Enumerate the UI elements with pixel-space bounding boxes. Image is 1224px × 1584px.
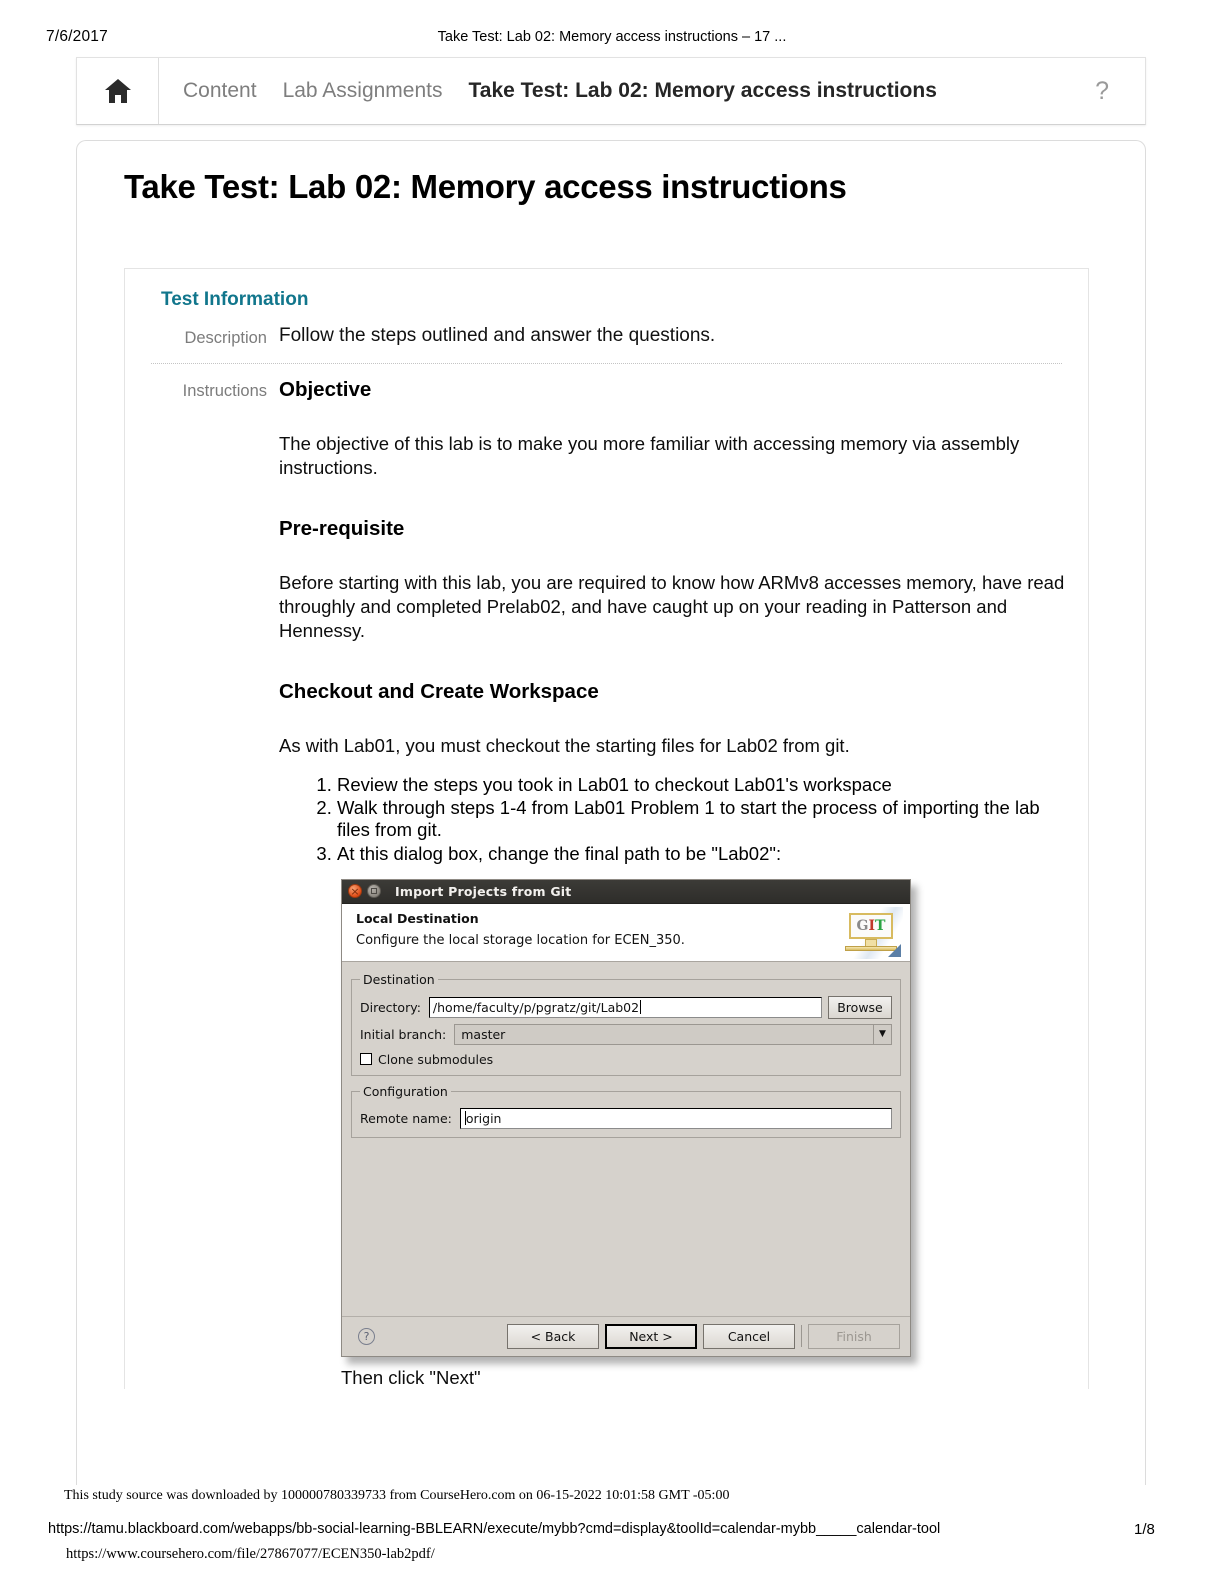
destination-group: Destination Directory: /home/faculty/p/p… <box>351 971 901 1076</box>
cancel-button[interactable]: Cancel <box>703 1323 795 1349</box>
text-caret <box>640 1000 642 1015</box>
configuration-group-label: Configuration <box>363 1083 448 1099</box>
clone-submodules-checkbox[interactable]: Clone submodules <box>360 1052 892 1067</box>
close-icon[interactable]: × <box>348 884 362 899</box>
directory-input[interactable]: /home/faculty/p/pgratz/git/Lab02 <box>428 996 822 1018</box>
maximize-icon[interactable] <box>367 884 381 899</box>
checkout-heading: Checkout and Create Workspace <box>279 680 599 704</box>
dialog-button-row: < Back Next > Cancel Finish <box>501 1323 910 1349</box>
git-logo-g: G <box>856 917 869 934</box>
finish-button: Finish <box>808 1323 900 1349</box>
footer-page-number: 1/8 <box>1134 1521 1155 1538</box>
objective-heading: Objective <box>279 378 372 401</box>
button-separator <box>801 1325 802 1348</box>
dialog-footer: ? < Back Next > Cancel Finish <box>342 1315 910 1356</box>
help-icon[interactable]: ? <box>1095 77 1145 106</box>
home-button[interactable] <box>77 58 159 124</box>
breadcrumb-item-content[interactable]: Content <box>183 79 257 103</box>
coursehero-note: This study source was downloaded by 1000… <box>64 1488 730 1503</box>
chevron-down-icon[interactable]: ▼ <box>873 1024 891 1044</box>
instructions-label: Instructions <box>182 382 267 400</box>
git-logo-icon: GIT <box>841 906 903 959</box>
import-projects-from-git-dialog: × Import Projects from Git Local Destina… <box>341 878 911 1357</box>
list-item: Review the steps you took in Lab01 to ch… <box>337 774 1068 796</box>
test-information-heading: Test Information <box>161 289 309 310</box>
instructions-body: Objective The objective of this lab is t… <box>267 378 1068 1389</box>
breadcrumb-current: Take Test: Lab 02: Memory access instruc… <box>468 79 937 102</box>
breadcrumb: Content Lab Assignments Take Test: Lab 0… <box>76 57 1146 125</box>
test-information-card: Test Information Description Follow the … <box>124 268 1089 1389</box>
checkbox-box <box>360 1053 372 1066</box>
initial-branch-label: Initial branch: <box>360 1026 447 1042</box>
help-icon[interactable]: ? <box>358 1327 375 1345</box>
initial-branch-row: Initial branch: master ▼ <box>360 1023 892 1045</box>
back-button[interactable]: < Back <box>507 1323 599 1349</box>
checkout-steps-list: Review the steps you took in Lab01 to ch… <box>279 774 1068 865</box>
remote-name-label: Remote name: <box>360 1110 452 1126</box>
breadcrumb-links: Content Lab Assignments Take Test: Lab 0… <box>159 79 1095 103</box>
directory-input-value: /home/faculty/p/pgratz/git/Lab02 <box>432 999 640 1015</box>
description-row: Description Follow the steps outlined an… <box>125 325 1088 348</box>
dialog-body: Destination Directory: /home/faculty/p/p… <box>342 961 910 1332</box>
next-button[interactable]: Next > <box>605 1323 697 1349</box>
description-label: Description <box>184 329 267 347</box>
configuration-group: Configuration Remote name: origin <box>351 1083 901 1138</box>
remote-name-value: origin <box>465 1110 502 1126</box>
clone-submodules-label: Clone submodules <box>378 1051 494 1067</box>
description-text: Follow the steps outlined and answer the… <box>279 325 716 346</box>
remote-name-row: Remote name: origin <box>360 1107 892 1129</box>
dialog-header-subtitle: Configure the local storage location for… <box>356 932 685 948</box>
print-page-title: Take Test: Lab 02: Memory access instruc… <box>437 29 787 45</box>
page-title: Take Test: Lab 02: Memory access instruc… <box>124 168 847 205</box>
print-header: 7/6/2017 Take Test: Lab 02: Memory acces… <box>0 28 1224 52</box>
list-item: Walk through steps 1-4 from Lab01 Proble… <box>337 797 1068 841</box>
initial-branch-value: master <box>461 1026 506 1042</box>
remote-name-input[interactable]: origin <box>459 1107 892 1129</box>
dialog-header-title: Local Destination <box>356 910 479 926</box>
card-divider <box>151 363 1062 364</box>
prerequisite-heading: Pre-requisite <box>279 517 405 541</box>
dialog-header: Local Destination Configure the local st… <box>342 903 910 962</box>
footer-url: https://tamu.blackboard.com/webapps/bb-s… <box>48 1521 941 1537</box>
list-item: At this dialog box, change the final pat… <box>337 843 1068 865</box>
objective-text: The objective of this lab is to make you… <box>279 433 1020 478</box>
directory-row: Directory: /home/faculty/p/pgratz/git/La… <box>360 995 892 1019</box>
dialog-title: Import Projects from Git <box>395 883 572 899</box>
prerequisite-text: Before starting with this lab, you are r… <box>279 572 1065 641</box>
browse-button[interactable]: Browse <box>828 995 892 1019</box>
destination-group-label: Destination <box>363 971 435 987</box>
coursehero-url: https://www.coursehero.com/file/27867077… <box>66 1546 435 1562</box>
breadcrumb-item-lab-assignments[interactable]: Lab Assignments <box>283 79 443 103</box>
after-dialog-text: Then click "Next" <box>341 1366 481 1388</box>
instructions-row: Instructions Objective The objective of … <box>125 378 1088 1389</box>
checkout-text: As with Lab01, you must checkout the sta… <box>279 735 850 757</box>
initial-branch-select[interactable]: master ▼ <box>454 1023 892 1045</box>
git-dialog-screenshot: × Import Projects from Git Local Destina… <box>341 878 921 1357</box>
home-icon <box>104 79 131 103</box>
directory-label: Directory: <box>360 999 421 1015</box>
git-logo-t: T <box>875 917 886 934</box>
dialog-titlebar: × Import Projects from Git <box>342 879 910 904</box>
